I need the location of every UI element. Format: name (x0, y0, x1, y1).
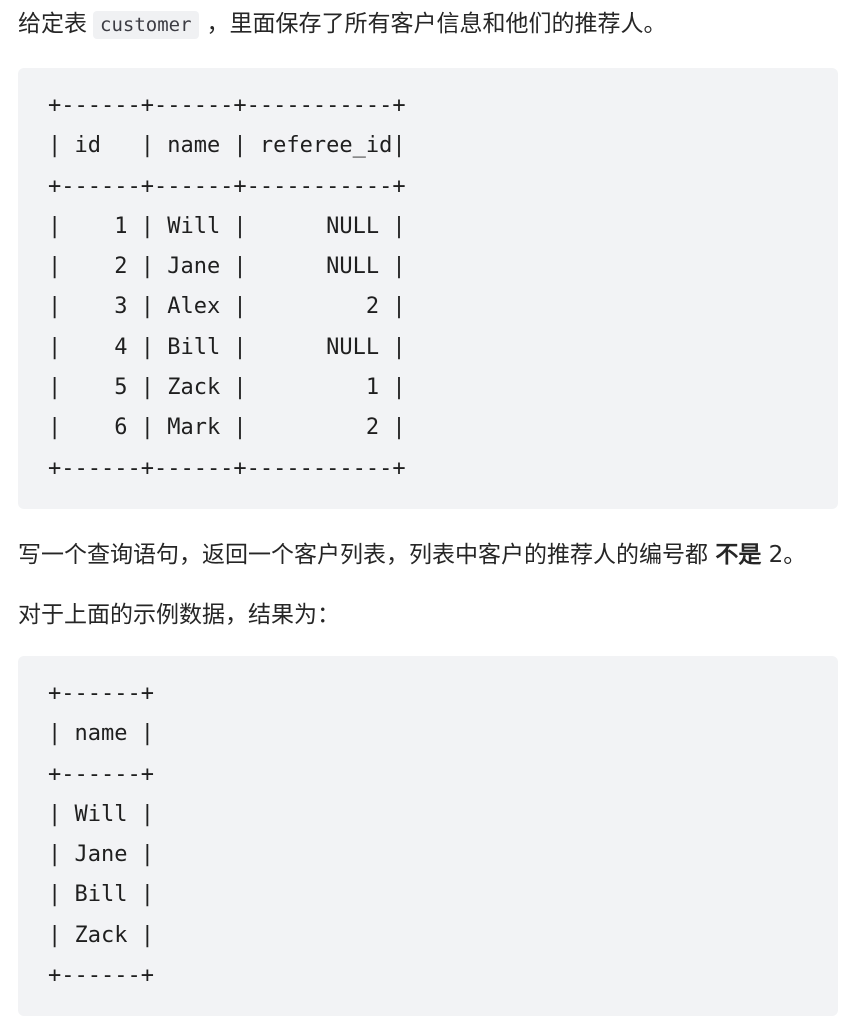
task-paragraph: 写一个查询语句，返回一个客户列表，列表中客户的推荐人的编号都 不是 2。 (18, 537, 838, 573)
code-line: | 6 | Mark | 2 | (48, 415, 406, 441)
code-line: +------+ (48, 761, 154, 787)
code-line: | Zack | (48, 922, 154, 948)
code-line: +------+------+-----------+ (48, 455, 406, 481)
code-line: | 1 | Will | NULL | (48, 213, 406, 239)
code-line: | 5 | Zack | 1 | (48, 375, 406, 401)
result-intro-paragraph: 对于上面的示例数据，结果为： (18, 602, 340, 628)
code-line: | name | (48, 721, 154, 747)
table-name-code: customer (93, 11, 199, 39)
code-line: | 2 | Jane | NULL | (48, 254, 406, 280)
code-line: +------+------+-----------+ (48, 173, 406, 199)
code-line: | 4 | Bill | NULL | (48, 334, 406, 360)
task-emphasis: 不是 (715, 542, 762, 568)
problem-description: 给定表 customer ，里面保存了所有客户信息和他们的推荐人。 +------+… (18, 0, 838, 1016)
code-line: | Will | (48, 801, 154, 827)
code-line: | Bill | (48, 882, 154, 908)
task-text-after: 2。 (761, 542, 807, 568)
input-table-code-block: +------+------+-----------+ | id | name … (18, 68, 838, 509)
intro-paragraph: 给定表 customer ，里面保存了所有客户信息和他们的推荐人。 (18, 6, 838, 43)
code-line: +------+ (48, 963, 154, 989)
task-text-before: 写一个查询语句，返回一个客户列表，列表中客户的推荐人的编号都 (18, 542, 716, 568)
result-table-code-block: +------+ | name | +------+ | Will | | Ja… (18, 656, 838, 1016)
code-line: +------+ (48, 681, 154, 706)
code-line: | Jane | (48, 842, 154, 868)
code-line: | 3 | Alex | 2 | (48, 294, 406, 320)
code-line: | id | name | referee_id| (48, 133, 406, 159)
intro-prefix: 给定表 (18, 11, 87, 37)
code-line: +------+------+-----------+ (48, 93, 406, 118)
intro-suffix: ，里面保存了所有客户信息和他们的推荐人。 (206, 11, 667, 37)
